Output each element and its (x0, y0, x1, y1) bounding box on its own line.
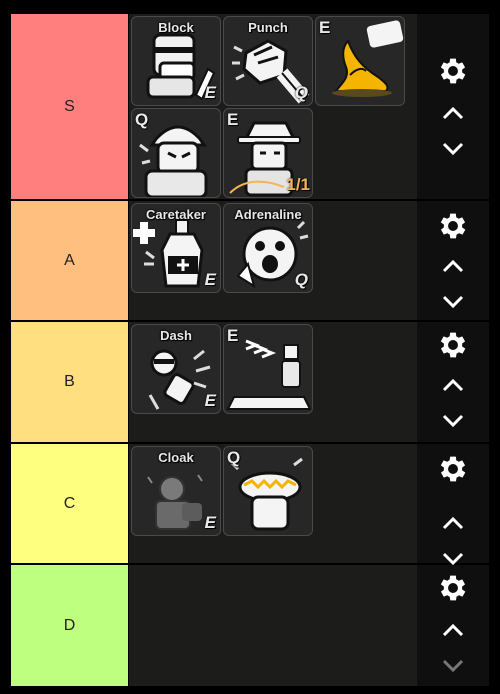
tier-items-d[interactable] (128, 565, 417, 686)
chevron-down-icon[interactable] (442, 414, 464, 428)
ability-tile-block[interactable]: Block E (131, 16, 221, 106)
tier-controls-d (417, 565, 489, 686)
tier-items-s[interactable]: Block E Punch Q E Q E 1/1 (128, 14, 417, 199)
charge-counter: 1/1 (286, 175, 310, 194)
keybind-label: Q (135, 110, 149, 129)
ability-name: Cloak (158, 450, 194, 465)
chevron-up-icon[interactable] (442, 259, 464, 273)
ability-tile-platform[interactable]: E (223, 324, 313, 414)
keybind-label: Q (227, 448, 241, 467)
tier-controls-s (417, 14, 489, 199)
tier-row-d: D (11, 565, 489, 686)
gear-icon[interactable] (436, 328, 470, 362)
keybind-label: E (204, 513, 216, 532)
tier-row-c: C Cloak E Q (11, 444, 489, 566)
keybind-label: E (227, 326, 239, 345)
chevron-up-icon[interactable] (442, 378, 464, 392)
gear-icon[interactable] (436, 54, 470, 88)
chevron-down-icon[interactable] (442, 552, 464, 566)
tier-controls-b (417, 322, 489, 442)
tier-items-c[interactable]: Cloak E Q (128, 444, 417, 563)
ability-name: Block (158, 20, 194, 35)
tier-items-a[interactable]: Caretaker E Adrenaline Q (128, 201, 417, 320)
ability-tile-cloak[interactable]: Cloak E (131, 446, 221, 536)
ability-tile-hotdog[interactable]: Q (223, 446, 313, 536)
chevron-up-icon[interactable] (442, 106, 464, 120)
tier-row-a: A Caretaker E Adrenaline Q (11, 201, 489, 321)
ability-tile-punch[interactable]: Punch Q (223, 16, 313, 106)
chevron-down-icon[interactable] (442, 142, 464, 156)
tier-row-b: B Dash E E (11, 322, 489, 443)
tier-label-b[interactable]: B (11, 322, 128, 442)
ability-name: Adrenaline (234, 207, 302, 222)
ability-tile-adrenaline[interactable]: Adrenaline Q (223, 203, 313, 293)
gear-icon[interactable] (436, 571, 470, 605)
tier-controls-a (417, 201, 489, 320)
chevron-up-icon[interactable] (442, 623, 464, 637)
ability-name: Dash (160, 328, 192, 343)
tier-items-b[interactable]: Dash E E (128, 322, 417, 442)
ability-name: Caretaker (146, 207, 206, 222)
tier-label-d[interactable]: D (11, 565, 128, 686)
ability-tile-banana[interactable]: E (315, 16, 405, 106)
chevron-up-icon[interactable] (442, 516, 464, 530)
keybind-label: Q (294, 83, 308, 102)
keybind-label: E (204, 83, 216, 102)
tier-label-c[interactable]: C (11, 444, 128, 563)
tier-row-s: S Block E Punch Q E Q E 1/1 (11, 14, 489, 200)
ability-name: Punch (248, 20, 288, 35)
tier-label-s[interactable]: S (11, 14, 128, 199)
chevron-down-icon[interactable] (442, 295, 464, 309)
ability-tile-fedora-guy[interactable]: E 1/1 (223, 108, 313, 198)
keybind-label: E (227, 110, 239, 129)
gear-icon[interactable] (436, 209, 470, 243)
gear-icon[interactable] (436, 452, 470, 486)
ability-tile-dash[interactable]: Dash E (131, 324, 221, 414)
ability-tile-caretaker[interactable]: Caretaker E (131, 203, 221, 293)
chevron-down-icon (442, 659, 464, 673)
ability-tile-cap-guy[interactable]: Q (131, 108, 221, 198)
keybind-label: E (204, 391, 216, 410)
tier-list-board: S Block E Punch Q E Q E 1/1 A Caretaker … (11, 14, 489, 686)
keybind-label: Q (294, 270, 308, 289)
tier-controls-c (417, 444, 489, 566)
tier-label-a[interactable]: A (11, 201, 128, 320)
keybind-label: E (319, 18, 331, 37)
keybind-label: E (204, 270, 216, 289)
